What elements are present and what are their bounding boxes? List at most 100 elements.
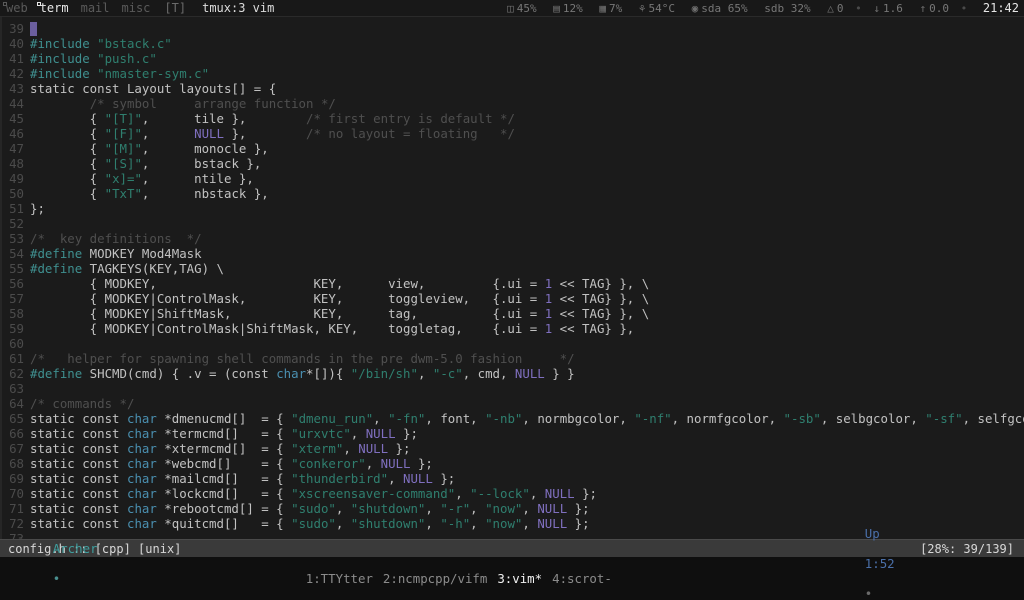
line-number: 41 [0, 51, 30, 66]
cpu-status: ▤ 12% [553, 0, 583, 17]
code-token: , [365, 456, 381, 471]
volume-status: △ 0 [827, 0, 843, 17]
code-line[interactable]: 65 static const char *dmenucmd[] = { "dme… [0, 411, 1024, 426]
battery-icon: ◫ [507, 1, 514, 15]
code-line[interactable]: 48 { "[S]", bstack }, [0, 156, 1024, 171]
line-text: static const char *webcmd[] = { "conkero… [30, 456, 433, 471]
code-token: , nbstack }, [141, 186, 269, 201]
memory-value: 7% [609, 1, 623, 15]
tray-sep-7: • [848, 1, 869, 15]
code-token: { [30, 186, 105, 201]
code-line[interactable]: 41 #include "push.c" [0, 51, 1024, 66]
code-line[interactable]: 45 { "[T]", tile }, /* first entry is de… [0, 111, 1024, 126]
line-text: { "[M]", monocle }, [30, 141, 269, 156]
code-token: , [350, 426, 366, 441]
code-token: { [30, 171, 105, 186]
code-line[interactable]: 53/* key definitions */ [0, 231, 1024, 246]
code-line[interactable]: 60 [0, 336, 1024, 351]
code-token: , [335, 516, 351, 531]
code-token: , [470, 501, 486, 516]
code-line[interactable]: 58 { MODKEY|ShiftMask, KEY, tag, {.ui = … [0, 306, 1024, 321]
line-number: 56 [0, 276, 30, 291]
disk-sdb-label: sdb [764, 1, 785, 15]
code-line[interactable]: 49 { "x]=", ntile }, [0, 171, 1024, 186]
tag-label: mail [80, 0, 110, 15]
tmux-left-separator: • [52, 571, 61, 586]
tmux-right-separator: • [864, 586, 873, 600]
tmux-window-2[interactable]: 2:ncmpcpp/vifm [383, 571, 487, 586]
tmux-window-1[interactable]: 1:TTYtter [306, 571, 373, 586]
code-token: , [455, 486, 471, 501]
tray-sep-3 [622, 0, 639, 17]
code-line[interactable]: 55 #define TAGKEYS(KEY,TAG) \ [0, 261, 1024, 276]
code-token: static const Layout layouts[] = { [30, 81, 277, 96]
code-line[interactable]: 46 { "[F]", NULL }, /* no layout = float… [0, 126, 1024, 141]
code-token: *dmenucmd[] = { [156, 411, 292, 426]
code-token: #include [30, 66, 98, 81]
text-cursor [30, 22, 38, 36]
code-token: /* no layout = floating */ [306, 126, 515, 141]
code-line[interactable]: 39 [0, 21, 1024, 36]
layout-symbol[interactable]: [T] [156, 0, 194, 17]
code-line[interactable]: 61/* helper for spawning shell commands … [0, 351, 1024, 366]
code-token: }; [30, 201, 45, 216]
code-token: /* helper for spawning shell commands in… [30, 351, 575, 366]
code-token: static const [30, 411, 127, 426]
tag-list[interactable]: web term mail misc [0, 0, 156, 17]
code-token: NULL [537, 501, 568, 516]
code-line[interactable]: 67 static const char *xtermcmd[] = { "xte… [0, 441, 1024, 456]
window-title: tmux:3 vim [202, 0, 275, 15]
temperature-value: 54°C [648, 1, 676, 15]
code-line[interactable]: 43 static const Layout layouts[] = { [0, 81, 1024, 96]
disk-sdb-value: 32% [790, 1, 811, 15]
line-text: static const char *termcmd[] = { "urxvtc… [30, 426, 418, 441]
tray-sep-4 [675, 0, 692, 17]
code-token: , [470, 516, 486, 531]
code-line[interactable]: 68 static const char *webcmd[] = { "conke… [0, 456, 1024, 471]
tray-sep-5 [748, 0, 765, 17]
code-line[interactable]: 64/* commands */ [0, 396, 1024, 411]
code-line[interactable]: 62 #define SHCMD(cmd) { .v = (const char*… [0, 366, 1024, 381]
code-token: /* symbol arrange function */ [89, 96, 336, 111]
code-line[interactable]: 69 static const char *mailcmd[] = { "thun… [0, 471, 1024, 486]
code-token: , tile }, [141, 111, 307, 126]
code-line[interactable]: 40 #include "bstack.c" [0, 36, 1024, 51]
tag-misc[interactable]: misc [116, 0, 157, 17]
code-token: *quitcmd[] = { [156, 516, 292, 531]
network-down-status: ↓ 1.6 [873, 0, 903, 17]
line-text: }; [30, 201, 45, 216]
code-line[interactable]: 70 static const char *lockcmd[] = { "xscr… [0, 486, 1024, 501]
vim-editor-pane[interactable]: 39 40 #include "bstack.c" 41 #include "push… [0, 17, 1024, 539]
tag-web[interactable]: web [0, 0, 34, 17]
tmux-window-4[interactable]: 4:scrot- [552, 571, 612, 586]
tmux-window-list[interactable]: 1:TTYtter 2:ncmpcpp/vifm 3:vim* 4:scrot- [98, 571, 821, 586]
code-token: "shutdown" [350, 516, 426, 531]
volume-value: 0 [836, 1, 844, 15]
code-line[interactable]: 56 { MODKEY, KEY, view, {.ui = 1 << TAG}… [0, 276, 1024, 291]
code-line[interactable]: 66 static const char *termcmd[] = { "urxv… [0, 426, 1024, 441]
code-line[interactable]: 52 [0, 216, 1024, 231]
code-token: *rebootcmd[] = { [156, 501, 292, 516]
code-line[interactable]: 42 #include "nmaster-sym.c" [0, 66, 1024, 81]
code-line[interactable]: 59 { MODKEY|ControlMask|ShiftMask, KEY, … [0, 321, 1024, 336]
line-text: { MODKEY|ShiftMask, KEY, tag, {.ui = 1 <… [30, 306, 650, 321]
code-line[interactable]: 51}; [0, 201, 1024, 216]
tag-mail[interactable]: mail [75, 0, 116, 17]
code-token: "-r" [440, 501, 471, 516]
tmux-window-3[interactable]: 3:vim* [497, 571, 542, 586]
code-token: , [141, 126, 195, 141]
code-token: "-nf" [634, 411, 672, 426]
code-line[interactable]: 47 { "[M]", monocle }, [0, 141, 1024, 156]
code-token: NULL [537, 516, 568, 531]
code-buffer[interactable]: 39 40 #include "bstack.c" 41 #include "push… [0, 17, 1024, 539]
line-number: 58 [0, 306, 30, 321]
code-token: NULL [380, 456, 411, 471]
code-line[interactable]: 50 { "TxT", nbstack }, [0, 186, 1024, 201]
code-token: }, [223, 126, 307, 141]
code-line[interactable]: 54 #define MODKEY Mod4Mask [0, 246, 1024, 261]
tag-term[interactable]: term [34, 0, 75, 17]
code-line[interactable]: 44 /* symbol arrange function */ [0, 96, 1024, 111]
code-line[interactable]: 63 [0, 381, 1024, 396]
code-token: , normbgcolor, [522, 411, 635, 426]
code-line[interactable]: 57 { MODKEY|ControlMask, KEY, toggleview… [0, 291, 1024, 306]
